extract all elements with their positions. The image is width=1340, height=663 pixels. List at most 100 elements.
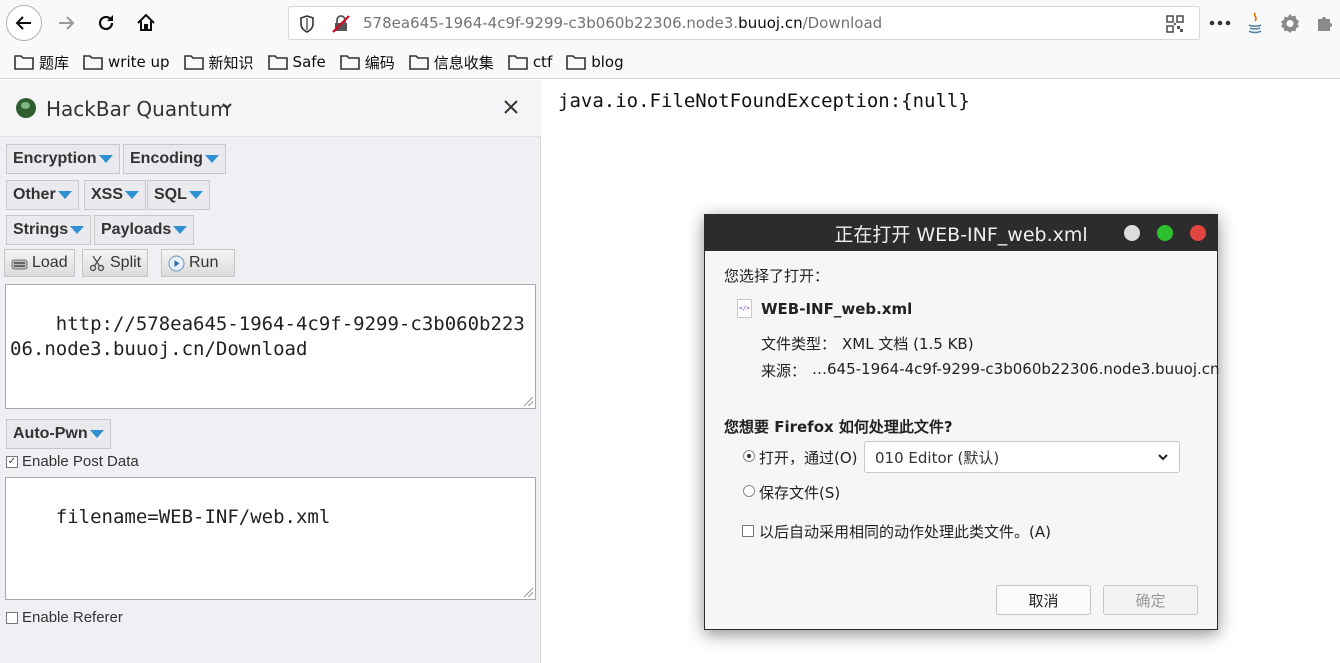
insecure-lock-icon[interactable] — [331, 14, 351, 34]
open-with-label[interactable]: 打开，通过(O) — [759, 447, 858, 468]
checkbox-unchecked[interactable] — [6, 611, 18, 624]
open-file-dialog: 正在打开 WEB-INF_web.xml 您选择了打开： WEB-INF_web… — [704, 214, 1220, 630]
dialog-titlebar[interactable]: 正在打开 WEB-INF_web.xml — [705, 215, 1217, 251]
auto-action-checkbox[interactable] — [742, 525, 754, 537]
application-select-value: 010 Editor (默认) — [875, 448, 1000, 467]
dropdown-arrow-icon — [125, 191, 140, 199]
menu-label: Encoding — [130, 150, 203, 167]
forward-button[interactable] — [48, 5, 84, 41]
home-button[interactable] — [128, 5, 164, 41]
bookmark-folder[interactable]: Safe — [267, 53, 326, 71]
bookmark-label: ctf — [532, 53, 553, 71]
bookmark-label: 编码 — [364, 53, 395, 72]
xss-menu-button[interactable]: XSS — [84, 180, 147, 210]
bookmark-folder[interactable]: blog — [566, 53, 624, 71]
enable-referer-toggle[interactable]: Enable Referer — [6, 609, 123, 626]
save-file-label[interactable]: 保存文件(S) — [759, 482, 840, 503]
folder-icon — [508, 55, 528, 70]
menu-label: Auto-Pwn — [13, 425, 88, 442]
cancel-button[interactable]: 取消 — [996, 585, 1091, 615]
close-dialog-icon[interactable] — [1190, 225, 1206, 241]
more-actions-icon[interactable] — [1208, 12, 1232, 34]
bookmarks-bar: 题库 write up 新知识 Safe 编码 信息收集 ctf blog — [0, 46, 1340, 79]
bookmark-label: blog — [591, 53, 624, 71]
open-with-radio[interactable] — [743, 450, 755, 462]
dropdown-arrow-icon — [188, 191, 203, 199]
folder-icon — [566, 55, 587, 70]
post-data-value: filename=WEB-INF/web.xml — [55, 506, 331, 528]
enable-post-data-toggle[interactable]: ✓ Enable Post Data — [6, 453, 139, 470]
chosen-label: 您选择了打开： — [724, 267, 830, 285]
url-prefix: 578ea645-1964-4c9f-9299-c3b060b22306.nod… — [363, 14, 739, 32]
back-arrow-icon — [15, 16, 31, 30]
menu-label: Payloads — [101, 221, 172, 238]
source-label: 来源： — [761, 362, 807, 380]
sql-menu-button[interactable]: SQL — [147, 180, 210, 210]
bookmark-label: 题库 — [39, 53, 70, 72]
scissors-icon — [89, 255, 105, 271]
split-url-button[interactable]: Split — [82, 249, 149, 277]
dialog-filename: WEB-INF_web.xml — [761, 300, 913, 318]
chevron-down-icon[interactable] — [221, 100, 233, 112]
menu-label: Other — [13, 186, 56, 203]
menu-label: XSS — [91, 186, 124, 203]
resize-handle-icon[interactable] — [524, 397, 533, 406]
post-data-label: Enable Post Data — [22, 453, 139, 470]
menu-label: Strings — [13, 221, 69, 238]
dropdown-arrow-icon — [204, 155, 219, 163]
bookmark-label: 新知识 — [208, 53, 254, 72]
dropdown-arrow-icon — [70, 226, 85, 234]
application-select[interactable]: 010 Editor (默认) — [864, 441, 1180, 473]
bookmark-folder[interactable]: 题库 — [14, 52, 69, 73]
minimize-icon[interactable] — [1124, 225, 1140, 241]
forward-arrow-icon — [59, 16, 75, 30]
bookmark-folder[interactable]: 信息收集 — [408, 52, 494, 73]
auto-action-label[interactable]: 以后自动采用相同的动作处理此类文件。(A) — [759, 521, 1051, 542]
extension-puzzle-icon[interactable] — [1314, 12, 1336, 34]
encoding-menu-button[interactable]: Encoding — [123, 144, 226, 174]
reload-button[interactable] — [88, 5, 124, 41]
bookmark-folder[interactable]: ctf — [508, 53, 552, 71]
browser-toolbar: 578ea645-1964-4c9f-9299-c3b060b22306.nod… — [0, 0, 1340, 46]
reload-icon — [98, 15, 114, 31]
load-url-button[interactable]: Load — [4, 249, 75, 277]
checkbox-checked[interactable]: ✓ — [6, 455, 18, 468]
bookmark-label: write up — [108, 53, 170, 71]
java-extension-icon[interactable] — [1244, 12, 1266, 34]
qr-code-icon[interactable] — [1165, 14, 1185, 34]
strings-menu-button[interactable]: Strings — [6, 215, 92, 245]
other-menu-button[interactable]: Other — [6, 180, 79, 210]
menu-label: Encryption — [13, 150, 97, 167]
url-textarea-value: http://578ea645-1964-4c9f-9299-c3b060b22… — [10, 313, 525, 360]
bookmark-folder[interactable]: 新知识 — [183, 52, 254, 73]
dropdown-arrow-icon — [98, 155, 113, 163]
tool-label: Split — [110, 254, 142, 271]
url-text[interactable]: 578ea645-1964-4c9f-9299-c3b060b22306.nod… — [363, 14, 882, 32]
xml-file-icon — [737, 299, 752, 318]
close-icon[interactable] — [503, 95, 519, 119]
home-icon — [137, 13, 155, 31]
file-type-label: 文件类型： — [761, 335, 837, 353]
url-bar[interactable]: 578ea645-1964-4c9f-9299-c3b060b22306.nod… — [288, 6, 1200, 40]
sidebar-title[interactable]: HackBar Quantum — [46, 97, 230, 121]
bookmark-label: Safe — [292, 53, 326, 71]
post-data-textarea[interactable]: filename=WEB-INF/web.xml — [5, 477, 536, 600]
play-icon — [168, 255, 185, 271]
url-textarea[interactable]: http://578ea645-1964-4c9f-9299-c3b060b22… — [5, 284, 536, 409]
bookmark-folder[interactable]: write up — [83, 53, 170, 71]
tracking-shield-icon[interactable] — [297, 14, 317, 34]
back-button[interactable] — [6, 5, 42, 41]
bug-extension-icon[interactable] — [1278, 12, 1302, 34]
encryption-menu-button[interactable]: Encryption — [6, 144, 120, 174]
payloads-menu-button[interactable]: Payloads — [94, 215, 195, 245]
folder-icon — [183, 55, 204, 70]
exception-text: java.io.FileNotFoundException:{null} — [558, 90, 970, 112]
dropdown-arrow-icon — [173, 226, 188, 234]
bookmark-folder[interactable]: 编码 — [339, 52, 395, 73]
save-file-radio[interactable] — [743, 485, 755, 497]
autopwn-menu-button[interactable]: Auto-Pwn — [6, 419, 111, 449]
maximize-icon[interactable] — [1157, 225, 1173, 241]
resize-handle-icon[interactable] — [524, 588, 533, 597]
ok-button[interactable]: 确定 — [1103, 585, 1198, 615]
execute-button[interactable]: Run — [161, 249, 235, 277]
